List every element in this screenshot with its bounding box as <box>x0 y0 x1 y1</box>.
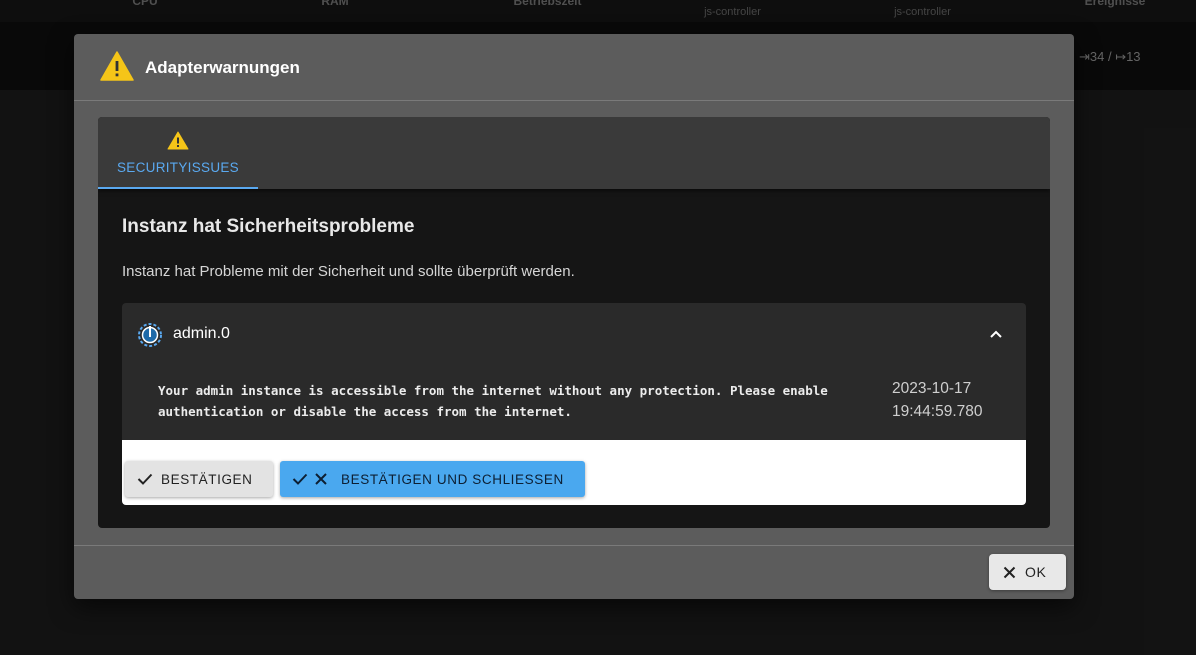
warning-timestamp: 2023-10-17 19:44:59.780 <box>892 377 983 423</box>
instance-actions: BESTÄTIGEN BESTÄTIGEN UND SCHLIESSEN <box>122 440 1026 505</box>
confirm-and-close-button-label: BESTÄTIGEN UND SCHLIESSEN <box>341 471 564 487</box>
confirm-button-label: BESTÄTIGEN <box>161 471 253 487</box>
confirm-and-close-button[interactable]: BESTÄTIGEN UND SCHLIESSEN <box>280 461 585 497</box>
warning-icon <box>167 131 189 155</box>
check-icon <box>137 472 153 486</box>
tab-active-indicator <box>98 187 258 189</box>
warning-icon <box>100 51 134 86</box>
chevron-up-icon[interactable] <box>988 326 1004 347</box>
instance-accordion-header[interactable]: admin.0 <box>122 303 1026 367</box>
warnings-panel: SECURITYISSUES Instanz hat Sicherheitspr… <box>98 117 1050 528</box>
confirm-button[interactable]: BESTÄTIGEN <box>125 461 273 497</box>
admin-adapter-icon <box>137 322 163 353</box>
dialog-title-bar: Adapterwarnungen <box>74 34 1074 101</box>
tab-label: SECURITYISSUES <box>117 160 239 175</box>
section-description: Instanz hat Probleme mit der Sicherheit … <box>122 263 575 280</box>
tab-securityissues[interactable]: SECURITYISSUES <box>98 117 258 189</box>
close-icon <box>314 472 328 486</box>
check-icon <box>292 472 308 486</box>
section-title: Instanz hat Sicherheitsprobleme <box>122 216 415 237</box>
close-icon <box>1003 566 1016 579</box>
warning-time: 19:44:59.780 <box>892 403 983 420</box>
dialog-title: Adapterwarnungen <box>145 58 300 77</box>
instance-accordion: admin.0 Your admin instance is accessibl… <box>122 303 1026 505</box>
dialog-footer: OK <box>74 545 1074 600</box>
tab-bar: SECURITYISSUES <box>98 117 1050 189</box>
warning-message: Your admin instance is accessible from t… <box>158 383 828 419</box>
ok-button[interactable]: OK <box>989 554 1066 590</box>
ok-button-label: OK <box>1025 564 1047 580</box>
adapter-warnings-dialog: Adapterwarnungen SECURITYISSUES Instanz … <box>74 34 1074 599</box>
instance-name: admin.0 <box>173 325 230 342</box>
warning-date: 2023-10-17 <box>892 380 972 397</box>
